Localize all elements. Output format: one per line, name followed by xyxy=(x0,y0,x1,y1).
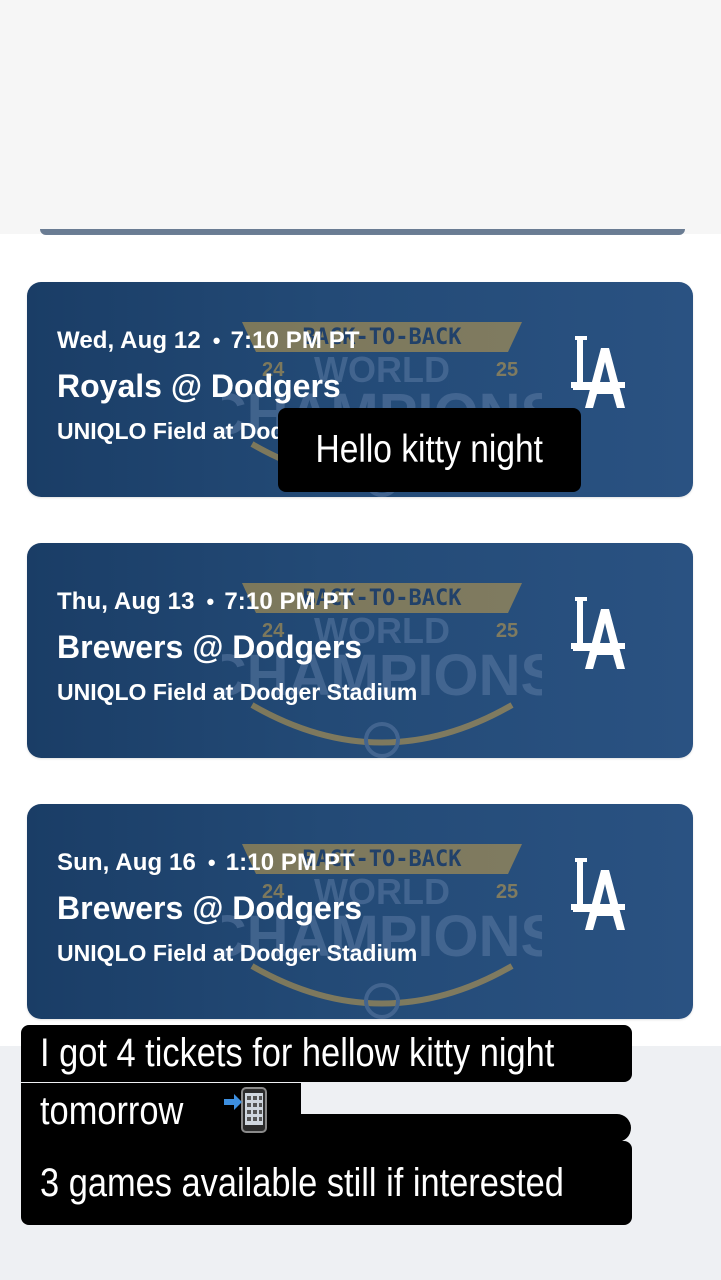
blank-header-area xyxy=(0,0,721,234)
watermark-year-right: 25 xyxy=(496,881,518,903)
game-matchup: Brewers @ Dodgers xyxy=(57,890,363,926)
game-matchup: Brewers @ Dodgers xyxy=(57,629,363,665)
game-date: Thu, Aug 13 xyxy=(57,588,195,615)
la-dodgers-logo-icon xyxy=(571,858,625,930)
game-time: 1:10 PM PT xyxy=(225,849,355,876)
la-dodgers-logo-icon xyxy=(571,336,625,408)
caption-text: Hello kitty night xyxy=(315,428,544,471)
caption-background-extension xyxy=(281,1114,631,1142)
game-card[interactable]: BACK-TO-BACK 24 WORLD 25 CHAMPIONS Sun, … xyxy=(27,804,693,1019)
caption-text: tomorrow xyxy=(40,1089,184,1133)
previous-game-card-edge xyxy=(40,229,685,235)
story-caption-line-3[interactable]: 3 games available still if interested xyxy=(21,1141,632,1225)
game-time: 7:10 PM PT xyxy=(230,327,360,354)
game-venue: UNIQLO Field at Dodger Stadium xyxy=(57,940,418,966)
game-date: Wed, Aug 12 xyxy=(57,327,201,354)
game-venue: UNIQLO Field at Dodger Stadium xyxy=(57,679,418,705)
watermark-year-right: 25 xyxy=(496,359,518,381)
story-caption-line-1[interactable]: I got 4 tickets for hellow kitty night xyxy=(21,1025,632,1082)
game-matchup: Royals @ Dodgers xyxy=(57,368,341,404)
game-date-time: Sun, Aug 16 • 1:10 PM PT xyxy=(57,849,355,876)
game-date-time: Wed, Aug 12 • 7:10 PM PT xyxy=(57,327,360,354)
game-card[interactable]: BACK-TO-BACK 24 WORLD 25 CHAMPIONS Thu, … xyxy=(27,543,693,758)
game-time: 7:10 PM PT xyxy=(224,588,354,615)
game-date-time: Thu, Aug 13 • 7:10 PM PT xyxy=(57,588,354,615)
watermark-year-right: 25 xyxy=(496,620,518,642)
story-caption-line-2[interactable]: tomorrow xyxy=(21,1083,301,1143)
caption-text: I got 4 tickets for hellow kitty night xyxy=(40,1031,555,1075)
story-caption-hello-kitty[interactable]: Hello kitty night xyxy=(278,408,581,492)
game-date: Sun, Aug 16 xyxy=(57,849,196,876)
phone-with-arrow-icon xyxy=(223,1087,267,1134)
caption-text: 3 games available still if interested xyxy=(40,1161,564,1205)
la-dodgers-logo-icon xyxy=(571,597,625,669)
